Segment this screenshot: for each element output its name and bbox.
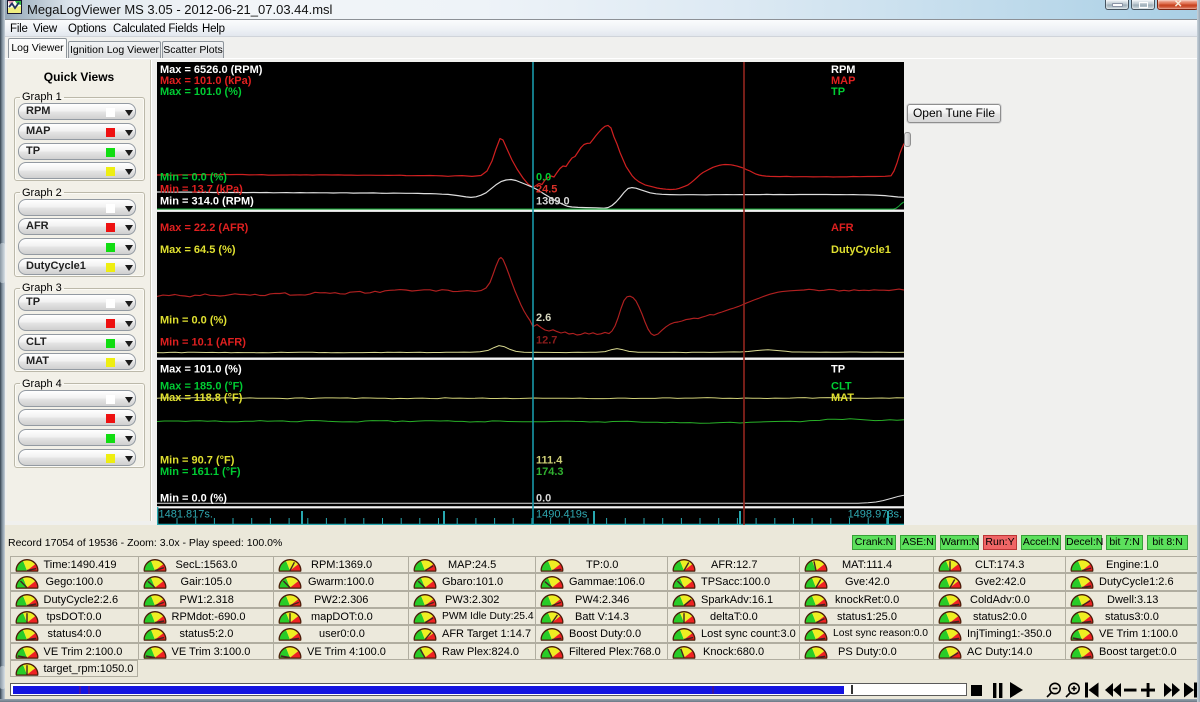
svg-text:2.6: 2.6 <box>536 312 551 324</box>
svg-text:Max = 185.0 (°F): Max = 185.0 (°F) <box>160 381 243 393</box>
svg-text:24.5: 24.5 <box>536 184 557 196</box>
svg-text:Max = 101.0 (%): Max = 101.0 (%) <box>160 364 242 376</box>
svg-text:174.3: 174.3 <box>536 466 564 478</box>
svg-text:DutyCycle1: DutyCycle1 <box>831 244 891 256</box>
svg-text:AFR: AFR <box>831 222 854 234</box>
svg-text:MAT: MAT <box>831 392 854 404</box>
svg-text:Max = 118.8 (°F): Max = 118.8 (°F) <box>160 392 243 404</box>
svg-text:Min = 0.0 (%): Min = 0.0 (%) <box>160 315 227 327</box>
svg-text:1369.0: 1369.0 <box>536 196 570 208</box>
svg-text:Max = 64.5 (%): Max = 64.5 (%) <box>160 244 236 256</box>
svg-text:1498.973s.: 1498.973s. <box>848 509 902 521</box>
svg-text:Min = 13.7 (kPa): Min = 13.7 (kPa) <box>160 184 243 196</box>
svg-text:TP: TP <box>831 86 845 98</box>
svg-text:1481.817s.: 1481.817s. <box>159 509 213 521</box>
svg-text:Max = 22.2 (AFR): Max = 22.2 (AFR) <box>160 222 249 234</box>
svg-text:Min = 314.0 (RPM): Min = 314.0 (RPM) <box>160 196 254 208</box>
svg-text:0.0: 0.0 <box>536 172 551 184</box>
svg-text:Max = 101.0 (%): Max = 101.0 (%) <box>160 86 242 98</box>
svg-text:Min = 10.1 (AFR): Min = 10.1 (AFR) <box>160 337 246 349</box>
svg-text:111.4: 111.4 <box>536 455 563 467</box>
svg-text:TP: TP <box>831 364 845 376</box>
svg-text:CLT: CLT <box>831 381 852 393</box>
svg-text:Min = 90.7 (°F): Min = 90.7 (°F) <box>160 455 235 467</box>
svg-text:Min = 161.1 (°F): Min = 161.1 (°F) <box>160 466 241 478</box>
svg-text:Min = 0.0 (%): Min = 0.0 (%) <box>160 172 227 184</box>
svg-text:12.7: 12.7 <box>536 335 557 347</box>
svg-text:1490.419s: 1490.419s <box>536 509 588 521</box>
svg-text:Min = 0.0 (%): Min = 0.0 (%) <box>160 493 227 505</box>
svg-text:0.0: 0.0 <box>536 493 551 505</box>
